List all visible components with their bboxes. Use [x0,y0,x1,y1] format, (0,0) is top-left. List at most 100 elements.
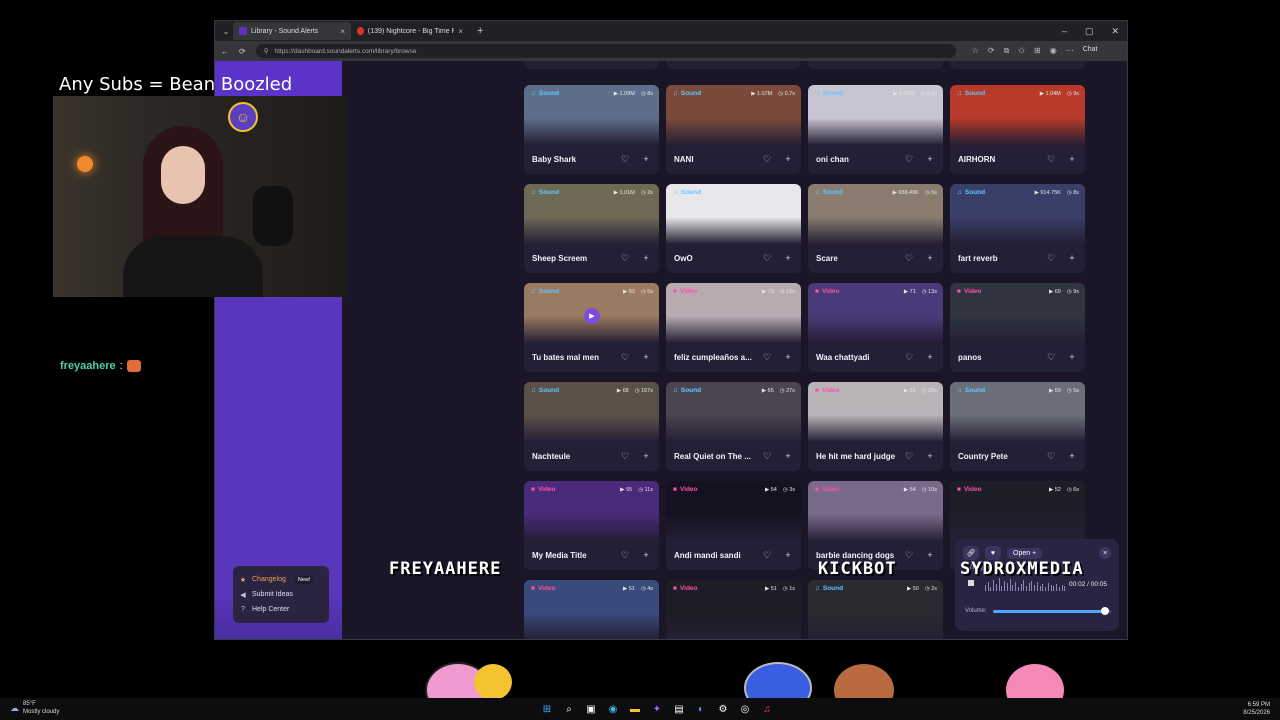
media-card[interactable]: ■ Video ▶ 55 ◷ 11s My Media Title ♡ + [524,481,659,570]
sidebar-item-help-center[interactable]: ? Help Center [239,602,323,617]
media-card[interactable]: ■ Video ▶ 73 ◷ 15s feliz cumpleaños a...… [666,283,801,372]
close-icon[interactable]: × [1099,547,1111,559]
discord-icon[interactable]: ◐ [694,702,708,716]
add-plus-icon[interactable]: + [1065,152,1079,166]
media-card[interactable]: ♫ Sound ▶ 83 ◷ 5s ▶ Tu bates mal men ♡ + [524,283,659,372]
tab-nightcore[interactable]: (139) Nightcore - Big Time Rush × [351,22,469,40]
tab-sound-alerts[interactable]: Library - Sound Alerts × [233,22,351,40]
settings-icon[interactable]: ⚙ [716,702,730,716]
copilot-icon[interactable]: ✦ [650,702,664,716]
media-card[interactable]: ♫ Sound ▶ 68 ◷ 167s Nachteule ♡ + [524,382,659,471]
favorite-heart-icon[interactable]: ♡ [1044,449,1058,463]
search-icon[interactable]: ⌕ [562,702,576,716]
weather-widget[interactable]: ☁ 85°F Mostly cloudy [10,700,59,716]
add-plus-icon[interactable]: + [923,350,937,364]
favorite-heart-icon[interactable]: ♡ [1044,350,1058,364]
media-card[interactable]: ♫ Sound ▶ 914.75K ◷ 8s fart reverb ♡ + [950,184,1085,273]
site-info-icon[interactable]: ⚲ [264,47,269,55]
add-plus-icon[interactable]: + [781,350,795,364]
new-tab-button[interactable]: + [469,25,491,37]
media-card[interactable]: ■ Video ▶ 54 ◷ 3s Andi mandi sandi ♡ + [666,481,801,570]
sidebar-item-changelog[interactable]: ★ Changelog New! [239,572,323,587]
minimize-icon[interactable]: – [1062,26,1067,37]
music-icon[interactable]: ♫ [760,702,774,716]
reload-icon[interactable]: ⟳ [239,47,246,56]
favorite-star-icon[interactable]: ☆ [972,46,979,56]
add-plus-icon[interactable]: + [781,152,795,166]
media-card[interactable]: ♫ Sound ▶ 1.07M ◷ 0.7s NANI ♡ + [666,85,801,174]
chat-button[interactable]: Chat [1083,46,1098,56]
favorite-heart-icon[interactable]: ♡ [618,152,632,166]
media-card[interactable]: ♫ Sound ▶ 938.40K ◷ 5s Scare ♡ + [808,184,943,273]
heart-icon[interactable]: ♥ [985,546,1001,560]
favorite-heart-icon[interactable]: ♡ [618,449,632,463]
favorite-heart-icon[interactable]: ♡ [1044,251,1058,265]
taskbar-clock[interactable]: 6:59 PM 8/25/2026 [1243,701,1270,717]
media-card[interactable]: ■ Video ▶ 71 ◷ 13s Waa chattyadi ♡ + [808,283,943,372]
add-plus-icon[interactable]: + [781,251,795,265]
media-card[interactable]: ♫ Sound ▶ 1.09M ◷ 8s Baby Shark ♡ + [524,85,659,174]
favorite-heart-icon[interactable]: ♡ [902,449,916,463]
link-icon[interactable]: 🔗︎ [963,546,979,560]
tab-list-icon[interactable]: ⌄ [219,27,233,36]
play-button-icon[interactable]: ▶ [584,308,600,324]
favorite-heart-icon[interactable]: ♡ [618,350,632,364]
add-plus-icon[interactable]: + [639,251,653,265]
media-card[interactable]: ♫ Sound ▶ 50 ◷ 2s ♡ + [808,580,943,639]
add-plus-icon[interactable]: + [639,548,653,562]
add-plus-icon[interactable]: + [639,152,653,166]
address-bar[interactable]: ⚲ https://dashboard.soundalerts.com/libr… [255,44,956,58]
media-card[interactable]: ■ Video ▶ 51 ◷ 1s ♡ + [666,580,801,639]
favorite-heart-icon[interactable]: ♡ [1044,152,1058,166]
favorite-heart-icon[interactable]: ♡ [902,350,916,364]
favorite-heart-icon[interactable]: ♡ [760,152,774,166]
media-card[interactable]: ♫ Sound ▶ 65 ◷ 27s Real Quiet on The ...… [666,382,801,471]
favorite-heart-icon[interactable]: ♡ [760,449,774,463]
back-icon[interactable]: ← [221,47,229,56]
favorite-heart-icon[interactable]: ♡ [618,251,632,265]
media-card[interactable]: ■ Video ▶ 51 ◷ 4s ♡ + [524,580,659,639]
favorite-heart-icon[interactable]: ♡ [902,548,916,562]
stop-icon[interactable] [968,580,974,586]
refresh-page-icon[interactable]: ⟳ [988,46,995,56]
store-icon[interactable]: ▤ [672,702,686,716]
add-plus-icon[interactable]: + [923,251,937,265]
media-card[interactable]: ■ Video ▶ 69 ◷ 9s panos ♡ + [950,283,1085,372]
favorite-heart-icon[interactable]: ♡ [902,152,916,166]
collections-icon[interactable]: ⊞ [1034,46,1041,56]
media-card[interactable]: ■ Video ▶ 61 ◷ 29s He hit me hard judge … [808,382,943,471]
add-plus-icon[interactable]: + [1065,350,1079,364]
edge-icon[interactable]: ◉ [606,702,620,716]
media-card[interactable]: ♫ Sound ▶ 1.01M ◷ 2s Sheep Screem ♡ + [524,184,659,273]
profile-icon[interactable]: ◉ [1050,46,1057,56]
add-plus-icon[interactable]: + [1065,251,1079,265]
add-plus-icon[interactable]: + [781,548,795,562]
explorer-icon[interactable]: ▬ [628,702,642,716]
obs-icon[interactable]: ◎ [738,702,752,716]
media-card[interactable]: ♫ Sound ▶ 958.02K ◷ 0.7s OwO ♡ + [666,184,801,273]
favorite-heart-icon[interactable]: ♡ [760,350,774,364]
media-card[interactable]: ♫ Sound ▶ 1.06M ◷ 0.9s oni chan ♡ + [808,85,943,174]
add-plus-icon[interactable]: + [923,152,937,166]
add-plus-icon[interactable]: + [1065,449,1079,463]
close-tab-icon[interactable]: × [340,27,345,36]
extensions-icon[interactable]: ⧉ [1004,46,1010,56]
favorites-icon[interactable]: ✩ [1018,46,1025,56]
close-tab-icon[interactable]: × [458,27,463,36]
favorite-heart-icon[interactable]: ♡ [760,548,774,562]
maximize-icon[interactable]: ▢ [1085,26,1094,37]
favorite-heart-icon[interactable]: ♡ [902,251,916,265]
favorite-heart-icon[interactable]: ♡ [618,548,632,562]
sidebar-item-submit-ideas[interactable]: ◀ Submit Ideas [239,587,323,602]
media-card[interactable]: ■ Video ▶ 54 ◷ 10s barbie dancing dogs ♡… [808,481,943,570]
close-window-icon[interactable]: ✕ [1111,26,1119,37]
volume-knob[interactable] [1101,607,1110,615]
start-icon[interactable]: ⊞ [540,702,554,716]
volume-slider[interactable] [993,607,1111,615]
add-plus-icon[interactable]: + [639,449,653,463]
media-card[interactable]: ♫ Sound ▶ 1.04M ◷ 9s AIRHORN ♡ + [950,85,1085,174]
media-card[interactable]: ♫ Sound ▶ 59 ◷ 5s Country Pete ♡ + [950,382,1085,471]
favorite-heart-icon[interactable]: ♡ [760,251,774,265]
add-plus-icon[interactable]: + [639,350,653,364]
add-plus-icon[interactable]: + [923,449,937,463]
